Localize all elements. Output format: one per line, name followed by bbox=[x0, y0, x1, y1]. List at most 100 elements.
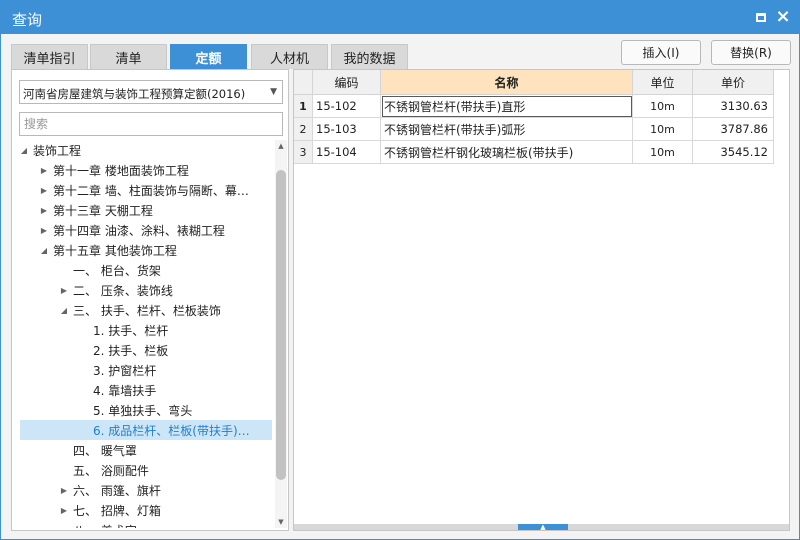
tree-item-label: 3. 护窗栏杆 bbox=[93, 363, 157, 378]
tree-item[interactable]: ▶ 第十二章 墙、柱面装饰与隔断、幕… bbox=[13, 180, 273, 200]
insert-button[interactable]: 插入(I) bbox=[621, 40, 701, 65]
search-input[interactable] bbox=[19, 112, 283, 136]
tree-item[interactable]: ◢ 装饰工程 bbox=[13, 140, 273, 160]
quota-library-select[interactable]: 河南省房屋建筑与装饰工程预算定额(2016) ▼ bbox=[19, 80, 283, 104]
code-cell[interactable]: 15-102 bbox=[313, 95, 381, 118]
scroll-up-icon[interactable]: ▲ bbox=[275, 140, 287, 152]
name-cell[interactable]: 不锈钢管栏杆钢化玻璃栏板(带扶手) bbox=[381, 141, 633, 164]
tab-list-guide[interactable]: 清单指引 bbox=[11, 44, 88, 69]
tree-item-label: 1. 扶手、栏杆 bbox=[93, 323, 169, 338]
title-bar[interactable]: 查询 × bbox=[1, 1, 799, 34]
tree-collapsed-icon[interactable]: ▶ bbox=[39, 224, 49, 236]
tree-item-label: 4. 靠墙扶手 bbox=[93, 383, 157, 398]
maximize-icon bbox=[756, 12, 766, 22]
tab-my-data[interactable]: 我的数据 bbox=[331, 44, 408, 69]
category-tree: ◢ 装饰工程 ▶ 第十一章 楼地面装饰工程 ▶ 第十二章 墙、柱面装饰与隔断、幕… ▶ 第十三… bbox=[13, 140, 273, 528]
tree-item[interactable]: ◢ 第十五章 其他装饰工程 bbox=[13, 240, 273, 260]
tree-item[interactable]: 2. 扶手、栏板 bbox=[13, 340, 273, 360]
tree-expanded-icon[interactable]: ◢ bbox=[59, 304, 69, 316]
tree-item-label: 六、 雨篷、旗杆 bbox=[73, 483, 161, 498]
tree-item-label: 七、 招牌、灯箱 bbox=[73, 503, 161, 518]
tree-item[interactable]: 五、 浴厕配件 bbox=[13, 460, 273, 480]
table-row[interactable]: 1 15-102 不锈钢管栏杆(带扶手)直形 10m 3130.63 bbox=[294, 95, 775, 118]
chevron-down-icon: ▼ bbox=[270, 87, 277, 97]
scrollbar-thumb[interactable] bbox=[276, 170, 286, 480]
name-cell[interactable]: 不锈钢管栏杆(带扶手)弧形 bbox=[381, 118, 633, 141]
horizontal-splitter[interactable]: ▲ bbox=[294, 524, 789, 531]
grid-corner bbox=[294, 70, 313, 95]
tree-item[interactable]: 4. 靠墙扶手 bbox=[13, 380, 273, 400]
tree-item[interactable]: ▶ 七、 招牌、灯箱 bbox=[13, 500, 273, 520]
tree-collapsed-icon[interactable]: ▶ bbox=[59, 504, 69, 516]
tree-item-label: 5. 单独扶手、弯头 bbox=[93, 403, 193, 418]
tree-item-label: 第十二章 墙、柱面装饰与隔断、幕… bbox=[53, 183, 249, 198]
grid-header: 编码 名称 单位 单价 bbox=[294, 70, 775, 95]
tree-collapsed-icon[interactable]: ▶ bbox=[39, 204, 49, 216]
tree-item-label: 装饰工程 bbox=[33, 143, 82, 158]
tree-item[interactable]: 1. 扶手、栏杆 bbox=[13, 320, 273, 340]
tree-item-label: 6. 成品栏杆、栏板(带扶手)… bbox=[93, 423, 250, 438]
row-number: 3 bbox=[294, 141, 313, 164]
tree-item-label: 第十五章 其他装饰工程 bbox=[53, 243, 177, 258]
tree-collapsed-icon[interactable]: ▶ bbox=[39, 164, 49, 176]
column-header[interactable]: 单位 bbox=[633, 70, 693, 95]
query-window: 查询 × 清单指引 清单 定额 人材机 我的数据 插入(I) 替换(R) 河南省… bbox=[0, 0, 800, 540]
unit-cell[interactable]: 10m bbox=[633, 118, 693, 141]
tree-item-label: 一、 柜台、货架 bbox=[73, 263, 161, 278]
tree-collapsed-icon[interactable]: ▶ bbox=[39, 184, 49, 196]
tree-item-label: 四、 暖气罩 bbox=[73, 443, 137, 458]
close-button[interactable]: × bbox=[774, 8, 792, 26]
tab-list[interactable]: 清单 bbox=[90, 44, 167, 69]
tree-item-label: 三、 扶手、栏杆、栏板装饰 bbox=[73, 303, 221, 318]
table-row[interactable]: 3 15-104 不锈钢管栏杆钢化玻璃栏板(带扶手) 10m 3545.12 bbox=[294, 141, 775, 164]
tab-quota[interactable]: 定额 bbox=[170, 44, 247, 69]
tree-expanded-icon[interactable]: ◢ bbox=[19, 144, 29, 156]
price-cell[interactable]: 3545.12 bbox=[693, 141, 774, 164]
tree-item-label: 2. 扶手、栏板 bbox=[93, 343, 169, 358]
column-header[interactable]: 名称 bbox=[381, 70, 633, 95]
code-cell[interactable]: 15-104 bbox=[313, 141, 381, 164]
tree-collapsed-icon[interactable]: ▶ bbox=[59, 484, 69, 496]
tree-item[interactable]: 八、 美术字 bbox=[13, 520, 273, 529]
row-number: 1 bbox=[294, 95, 313, 118]
tree-item[interactable]: 3. 护窗栏杆 bbox=[13, 360, 273, 380]
window-title: 查询 bbox=[12, 11, 43, 29]
code-cell[interactable]: 15-103 bbox=[313, 118, 381, 141]
tree-expanded-icon[interactable]: ◢ bbox=[39, 244, 49, 256]
tree-item[interactable]: ▶ 六、 雨篷、旗杆 bbox=[13, 480, 273, 500]
tree-item[interactable]: ▶ 第十一章 楼地面装饰工程 bbox=[13, 160, 273, 180]
tree-item[interactable]: 5. 单独扶手、弯头 bbox=[13, 400, 273, 420]
tree-item[interactable]: 四、 暖气罩 bbox=[13, 440, 273, 460]
right-panel: 编码 名称 单位 单价 1 15-102 不锈钢管栏杆(带扶手)直形 10m 3130.63 2… bbox=[293, 69, 790, 531]
close-icon: × bbox=[775, 6, 791, 27]
replace-button[interactable]: 替换(R) bbox=[711, 40, 791, 65]
table-row[interactable]: 2 15-103 不锈钢管栏杆(带扶手)弧形 10m 3787.86 bbox=[294, 118, 775, 141]
tree-scrollbar[interactable]: ▲ ▼ bbox=[275, 140, 287, 528]
tree-item-label: 第十四章 油漆、涂料、裱糊工程 bbox=[53, 223, 225, 238]
name-cell[interactable]: 不锈钢管栏杆(带扶手)直形 bbox=[381, 95, 633, 118]
tab-labor-material-machine[interactable]: 人材机 bbox=[251, 44, 328, 69]
maximize-button[interactable] bbox=[752, 8, 770, 26]
tree-collapsed-icon[interactable]: ▶ bbox=[59, 284, 69, 296]
tree-item[interactable]: ▶ 二、 压条、装饰线 bbox=[13, 280, 273, 300]
tree-item[interactable]: 6. 成品栏杆、栏板(带扶手)… bbox=[20, 420, 272, 440]
column-header[interactable]: 单价 bbox=[693, 70, 774, 95]
price-cell[interactable]: 3787.86 bbox=[693, 118, 774, 141]
unit-cell[interactable]: 10m bbox=[633, 95, 693, 118]
tree-item[interactable]: ◢ 三、 扶手、栏杆、栏板装饰 bbox=[13, 300, 273, 320]
row-number: 2 bbox=[294, 118, 313, 141]
tree-item-label: 二、 压条、装饰线 bbox=[73, 283, 173, 298]
column-header[interactable]: 编码 bbox=[313, 70, 381, 95]
price-cell[interactable]: 3130.63 bbox=[693, 95, 774, 118]
scroll-down-icon[interactable]: ▼ bbox=[275, 516, 287, 528]
left-panel: 河南省房屋建筑与装饰工程预算定额(2016) ▼ ◢ 装饰工程 ▶ 第十一章 楼地面装… bbox=[11, 69, 289, 531]
tree-item[interactable]: ▶ 第十三章 天棚工程 bbox=[13, 200, 273, 220]
tree-item-label: 第十三章 天棚工程 bbox=[53, 203, 153, 218]
tree-item-label: 第十一章 楼地面装饰工程 bbox=[53, 163, 189, 178]
quota-library-value: 河南省房屋建筑与装饰工程预算定额(2016) bbox=[23, 87, 246, 101]
chevron-up-icon[interactable]: ▲ bbox=[518, 524, 568, 531]
tree-item-label: 五、 浴厕配件 bbox=[73, 463, 149, 478]
tree-item[interactable]: ▶ 第十四章 油漆、涂料、裱糊工程 bbox=[13, 220, 273, 240]
tree-item[interactable]: 一、 柜台、货架 bbox=[13, 260, 273, 280]
unit-cell[interactable]: 10m bbox=[633, 141, 693, 164]
